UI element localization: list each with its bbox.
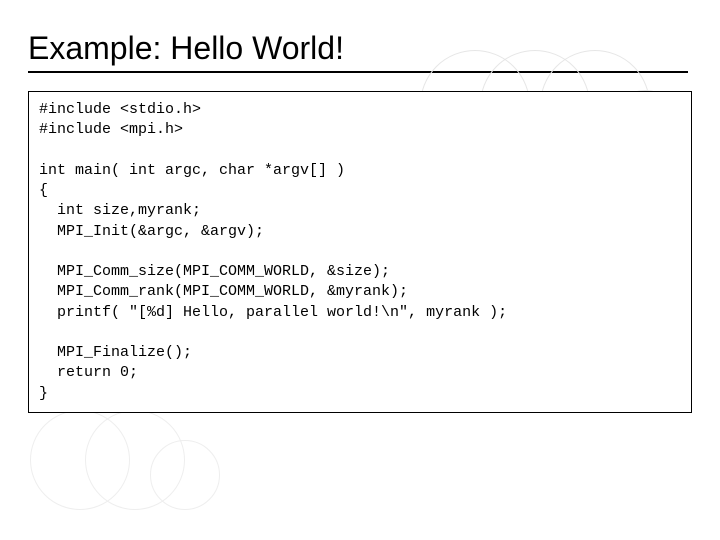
title-underline [28,71,688,73]
decorative-circles-bottom [30,410,270,530]
code-block: #include <stdio.h> #include <mpi.h> int … [28,91,692,413]
slide-title: Example: Hello World! [28,30,720,67]
